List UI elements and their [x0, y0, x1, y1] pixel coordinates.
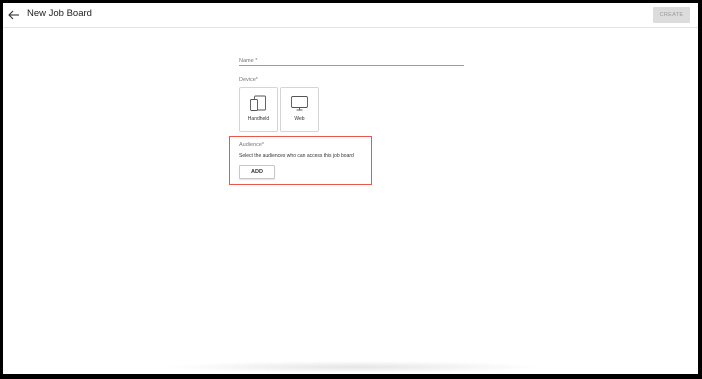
name-field-label: Name * — [239, 58, 258, 64]
audience-label: Audience* — [239, 142, 265, 148]
monitor-icon — [290, 95, 309, 112]
bottom-shadow — [163, 361, 543, 373]
create-button[interactable]: CREATE — [653, 7, 690, 23]
app-window: New Job Board CREATE Name * Device* Hand… — [3, 3, 698, 374]
handheld-devices-icon — [249, 95, 268, 112]
top-bar: New Job Board CREATE — [3, 3, 698, 28]
device-label-handheld: Handheld — [247, 116, 270, 122]
device-label-web: Web — [294, 116, 305, 122]
page-title: New Job Board — [27, 8, 92, 19]
device-option-web[interactable]: Web — [280, 87, 319, 132]
audience-help-text: Select the audiences who can access this… — [239, 153, 354, 159]
device-label: Device* — [239, 77, 258, 83]
name-input[interactable] — [239, 65, 464, 66]
add-audience-button[interactable]: ADD — [239, 165, 275, 179]
arrow-left-icon[interactable] — [7, 8, 21, 22]
device-option-handheld[interactable]: Handheld — [239, 87, 278, 132]
